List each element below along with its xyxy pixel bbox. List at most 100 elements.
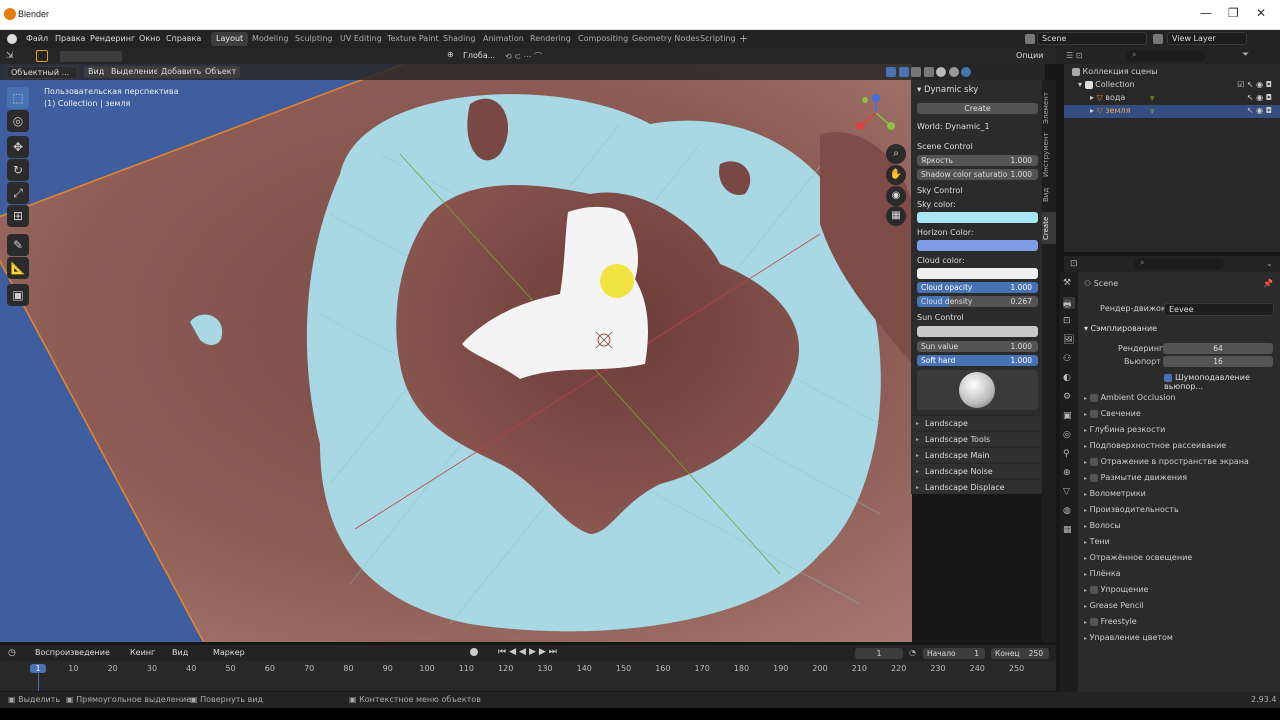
section-checkbox[interactable] bbox=[1089, 617, 1098, 626]
properties-section[interactable]: ▸ Тени bbox=[1084, 537, 1110, 546]
shadow-saturation-slider[interactable]: Shadow color saturatio 1.000 bbox=[917, 169, 1038, 180]
cloud-color-swatch[interactable] bbox=[917, 268, 1038, 279]
select-mode-buttons[interactable] bbox=[60, 51, 122, 62]
render-engine-dropdown[interactable]: Eevee bbox=[1164, 303, 1274, 316]
viewport-menu-item[interactable]: Добавить bbox=[157, 66, 206, 78]
menu-item[interactable]: Правка bbox=[51, 32, 89, 46]
properties-tab-icon[interactable]: ▽ bbox=[1063, 487, 1075, 499]
annotate-tool-icon[interactable]: ✎ bbox=[7, 234, 29, 256]
properties-section[interactable]: ▸ Подповерхностное рассеивание bbox=[1084, 441, 1226, 450]
properties-section[interactable]: ▸ Упрощение bbox=[1084, 585, 1148, 594]
panel-title[interactable]: ▾ Dynamic sky bbox=[917, 85, 978, 95]
tab-view[interactable]: Вид bbox=[1042, 184, 1056, 206]
outliner-item-zemlya[interactable]: ▸ ▽ земля ⩔ ↖ ◉ ◘ bbox=[1090, 106, 1278, 115]
properties-section[interactable]: ▸ Отражение в пространстве экрана bbox=[1084, 457, 1249, 466]
cloud-opacity-slider[interactable]: Cloud opacity 1.000 bbox=[917, 282, 1038, 293]
subpanel-header[interactable]: ▸ Landscape Noise bbox=[913, 463, 1040, 478]
3d-cursor-icon[interactable] bbox=[595, 331, 613, 349]
section-checkbox[interactable] bbox=[1089, 585, 1098, 594]
add-workspace-icon[interactable]: + bbox=[739, 32, 748, 45]
horizon-color-swatch[interactable] bbox=[917, 240, 1038, 251]
viewport-menu-item[interactable]: Объект bbox=[201, 66, 241, 78]
blender-menu-icon[interactable] bbox=[7, 34, 17, 44]
timeline[interactable]: 1 10 20 30 40 50 60 70 80 90 100 110 120 130 140 150 160… bbox=[0, 661, 1056, 691]
cloud-density-slider[interactable]: Cloud density 0.267 bbox=[917, 296, 1038, 307]
menu-item[interactable]: Справка bbox=[162, 32, 205, 46]
viewport-menu-item[interactable]: Выделение bbox=[107, 66, 163, 78]
section-checkbox[interactable] bbox=[1089, 473, 1098, 482]
properties-section[interactable]: ▸ Плёнка bbox=[1084, 569, 1121, 578]
properties-section[interactable]: ▸ Глубина резкости bbox=[1084, 425, 1165, 434]
workspace-tab[interactable]: Shading bbox=[438, 32, 481, 46]
collection-row[interactable]: ▾ Collection ☑ ↖ ◉ ◘ bbox=[1078, 80, 1278, 89]
scene-collection-row[interactable]: Коллекция сцены bbox=[1072, 67, 1157, 76]
properties-tab-icon[interactable]: 🖼 bbox=[1063, 335, 1075, 347]
viewport-samples-field[interactable]: 16 bbox=[1163, 356, 1273, 367]
subpanel-header[interactable]: ▸ Landscape Main bbox=[913, 447, 1040, 462]
scale-tool-icon[interactable]: ⤢ bbox=[7, 182, 29, 204]
add-cube-tool-icon[interactable]: ▣ bbox=[7, 284, 29, 306]
viewport-denoise-checkbox[interactable]: Шумоподавление вьюпор... bbox=[1164, 373, 1280, 391]
workspace-tab[interactable]: Animation bbox=[478, 32, 529, 46]
menu-item[interactable]: Рендеринг bbox=[86, 32, 139, 46]
workspace-tab[interactable]: Texture Paint bbox=[382, 32, 444, 46]
view-layer-icon[interactable] bbox=[1153, 34, 1163, 44]
playback-controls[interactable]: ⏮◀◀▶▶⏭ bbox=[498, 647, 560, 657]
brightness-slider[interactable]: Яркость 1.000 bbox=[917, 155, 1038, 166]
properties-section[interactable]: ▸ Управление цветом bbox=[1084, 633, 1173, 642]
current-frame-field[interactable]: 1 bbox=[855, 648, 903, 659]
subpanel-header[interactable]: ▸ Landscape Displace bbox=[913, 479, 1040, 494]
properties-section[interactable]: ▸ Свечение bbox=[1084, 409, 1141, 418]
properties-section[interactable]: ▸ Размытие движения bbox=[1084, 473, 1187, 482]
timeline-menu-item[interactable]: Воспроизведение bbox=[35, 648, 110, 657]
viewport-menu-item[interactable]: Вид bbox=[84, 66, 109, 78]
section-checkbox[interactable] bbox=[1089, 409, 1098, 418]
section-checkbox[interactable] bbox=[1089, 393, 1098, 402]
outliner-editor-icons[interactable]: ☰ ⊡ bbox=[1066, 51, 1106, 61]
zoom-icon[interactable]: ⌕ bbox=[886, 144, 906, 164]
tab-create[interactable]: Create bbox=[1042, 212, 1056, 244]
options-dropdown[interactable]: Опции bbox=[1012, 50, 1052, 63]
start-frame-field[interactable]: Начало 1 bbox=[923, 648, 985, 659]
properties-tab-icon[interactable]: ◐ bbox=[1063, 373, 1075, 385]
move-tool-icon[interactable]: ✥ bbox=[7, 136, 29, 158]
properties-section[interactable]: ▸ Freestyle bbox=[1084, 617, 1137, 626]
snapping-icons[interactable]: ⟲ ⊂ ⋯ ⌒ bbox=[505, 51, 575, 62]
workspace-tab[interactable]: Geometry Nodes bbox=[627, 32, 704, 46]
timeline-menu-item[interactable]: Кеинг bbox=[130, 648, 155, 657]
properties-tab-icon[interactable]: ⚲ bbox=[1063, 449, 1075, 461]
shading-buttons[interactable] bbox=[886, 67, 1036, 78]
view-layer-selector[interactable]: View Layer bbox=[1167, 32, 1247, 45]
section-checkbox[interactable] bbox=[1089, 457, 1098, 466]
filter-icon[interactable]: ⏷ bbox=[1242, 50, 1249, 60]
tab-element[interactable]: Элемент bbox=[1042, 88, 1056, 128]
3d-viewport[interactable]: Пользовательская перспектива (1) Collect… bbox=[0, 64, 912, 642]
properties-section[interactable]: ▸ Отражённое освещение bbox=[1084, 553, 1192, 562]
properties-tab-icon[interactable]: ⊡ bbox=[1063, 316, 1075, 328]
navigation-gizmo[interactable] bbox=[855, 92, 897, 134]
properties-tab-icon[interactable]: ⊕ bbox=[1063, 468, 1075, 480]
timeline-menu-item[interactable]: Маркер bbox=[213, 648, 245, 657]
properties-tab-icon[interactable]: ▣ bbox=[1063, 411, 1075, 423]
cursor-tool-icon[interactable]: ◎ bbox=[7, 110, 29, 132]
menu-item[interactable]: Файл bbox=[22, 32, 52, 46]
timeline-editor-icon[interactable]: ◷ bbox=[8, 648, 16, 658]
transform-tool-icon[interactable]: ⊞ bbox=[7, 205, 29, 227]
sky-color-swatch[interactable] bbox=[917, 212, 1038, 223]
stopwatch-icon[interactable]: ◔ bbox=[909, 648, 916, 657]
transform-orientation-dropdown[interactable]: Глоба... bbox=[459, 50, 499, 63]
pin-icon[interactable]: 📌 bbox=[1263, 279, 1273, 288]
camera-view-icon[interactable]: ◉ bbox=[886, 186, 906, 206]
workspace-tab[interactable]: Rendering bbox=[525, 32, 576, 46]
record-icon[interactable] bbox=[470, 648, 478, 656]
properties-section[interactable]: ▸ Ambient Occlusion bbox=[1084, 393, 1176, 402]
scene-icon[interactable] bbox=[1025, 34, 1035, 44]
rotate-tool-icon[interactable]: ↻ bbox=[7, 159, 29, 181]
menu-item[interactable]: Окно bbox=[135, 32, 164, 46]
subpanel-header[interactable]: ▸ Landscape bbox=[913, 415, 1040, 430]
render-samples-field[interactable]: 64 bbox=[1163, 343, 1273, 354]
sampling-section[interactable]: ▾ Сэмплирование bbox=[1084, 324, 1157, 333]
end-frame-field[interactable]: Конец 250 bbox=[991, 648, 1049, 659]
workspace-tab[interactable]: Compositing bbox=[573, 32, 633, 46]
create-button[interactable]: Create bbox=[917, 103, 1038, 114]
